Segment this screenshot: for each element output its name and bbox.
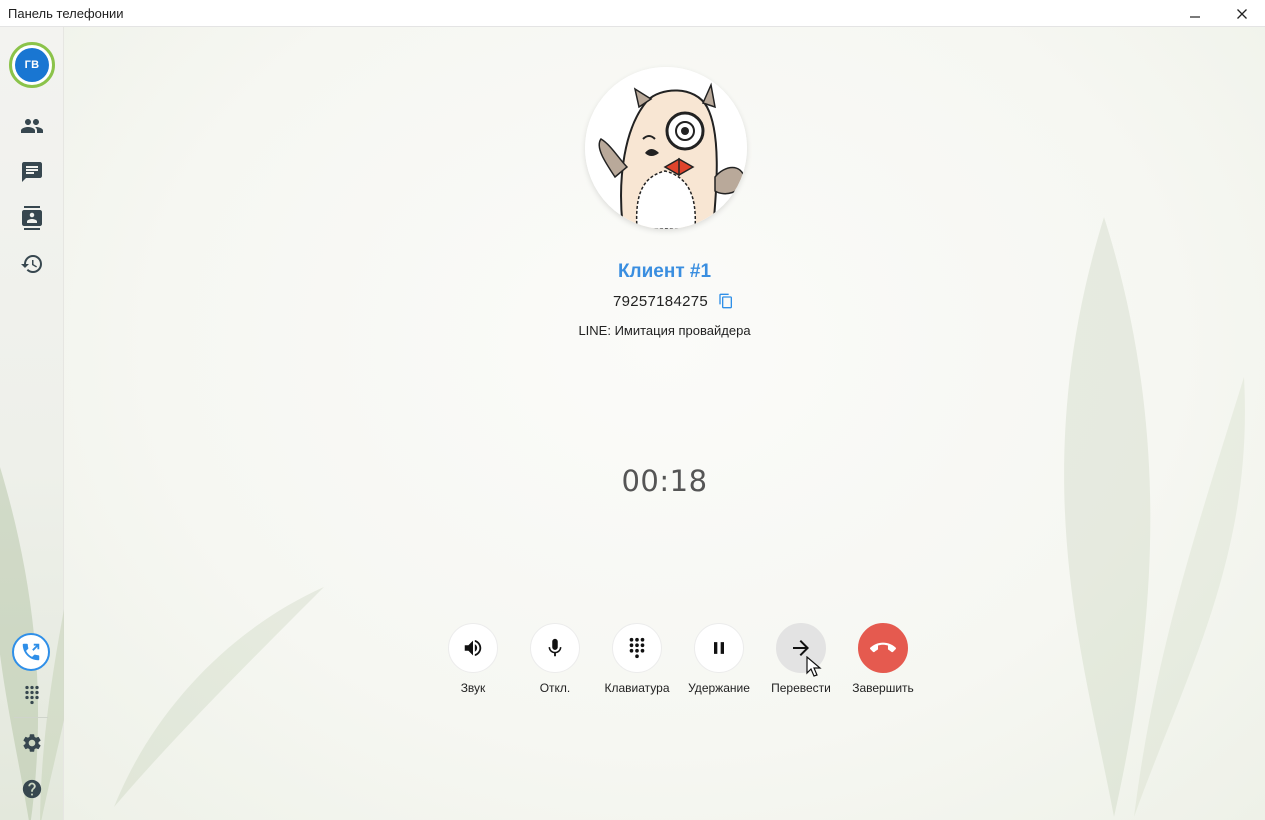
keypad-button[interactable]: Клавиатура (596, 623, 678, 703)
sound-label: Звук (460, 681, 486, 695)
hangup-label: Завершить (852, 681, 914, 695)
transfer-label: Перевести (771, 681, 831, 695)
sidebar-item-chat[interactable] (16, 156, 48, 188)
sidebar-item-dialpad[interactable] (16, 679, 48, 711)
dialpad-icon (25, 685, 39, 705)
mute-button[interactable]: Откл. (514, 623, 596, 703)
title-bar: Панель телефонии (0, 0, 1265, 27)
settings-icon (23, 734, 41, 752)
keypad-label: Клавиатура (604, 681, 670, 695)
call-panel: Клиент #1 79257184275 LINE: Имитация про… (64, 27, 1265, 820)
hold-button[interactable]: Удержание (678, 623, 760, 703)
history-icon (21, 255, 42, 273)
hangup-icon (870, 642, 896, 653)
caller-avatar (585, 67, 747, 229)
copy-icon (719, 293, 733, 309)
hold-label: Удержание (688, 681, 750, 695)
sidebar: ГВ (0, 27, 82, 820)
mouse-cursor-icon (806, 656, 822, 677)
sidebar-item-settings[interactable] (16, 727, 48, 759)
hangup-button[interactable]: Завершить (842, 623, 924, 703)
call-timer: 00:18 (621, 464, 708, 498)
line-value: Имитация провайдера (614, 323, 751, 338)
copy-number-button[interactable] (718, 292, 736, 310)
line-label: LINE: (578, 323, 611, 338)
sidebar-item-contacts[interactable] (16, 202, 48, 234)
sidebar-item-history[interactable] (16, 248, 48, 280)
caller-name: Клиент #1 (617, 261, 712, 282)
user-avatar[interactable]: ГВ (9, 42, 55, 88)
pause-icon (714, 642, 724, 654)
sidebar-item-active-call[interactable] (12, 633, 50, 671)
dialpad-icon (629, 637, 645, 659)
mute-label: Откл. (539, 681, 571, 695)
sidebar-item-people[interactable] (16, 110, 48, 142)
caller-number-row: 79257184275 (64, 292, 1265, 310)
caller-number: 79257184275 (612, 292, 709, 310)
close-button[interactable] (1219, 0, 1265, 27)
telephony-window: Панель телефонии ГВ Клиент #1 7925718427… (0, 0, 1265, 820)
line-info: LINE: Имитация провайдера (64, 323, 1265, 338)
minimize-button[interactable] (1172, 0, 1218, 27)
help-icon (22, 779, 42, 799)
minimize-icon (1190, 15, 1200, 18)
avatar-initials: ГВ (15, 48, 49, 82)
caller-cartoon-image (585, 67, 747, 229)
transfer-button[interactable]: Перевести (760, 623, 842, 703)
microphone-icon (548, 638, 562, 657)
sidebar-divider (14, 717, 48, 718)
volume-icon (464, 639, 482, 657)
window-title: Панель телефонии (8, 6, 124, 21)
chat-icon (22, 162, 42, 182)
close-icon (1237, 8, 1247, 19)
call-controls: Звук Откл. Клавиатура Удержание Перевест… (432, 623, 924, 703)
sidebar-item-help[interactable] (16, 773, 48, 805)
sound-button[interactable]: Звук (432, 623, 514, 703)
people-icon (21, 119, 43, 133)
phone-call-icon (22, 643, 40, 661)
contacts-icon (22, 206, 42, 230)
